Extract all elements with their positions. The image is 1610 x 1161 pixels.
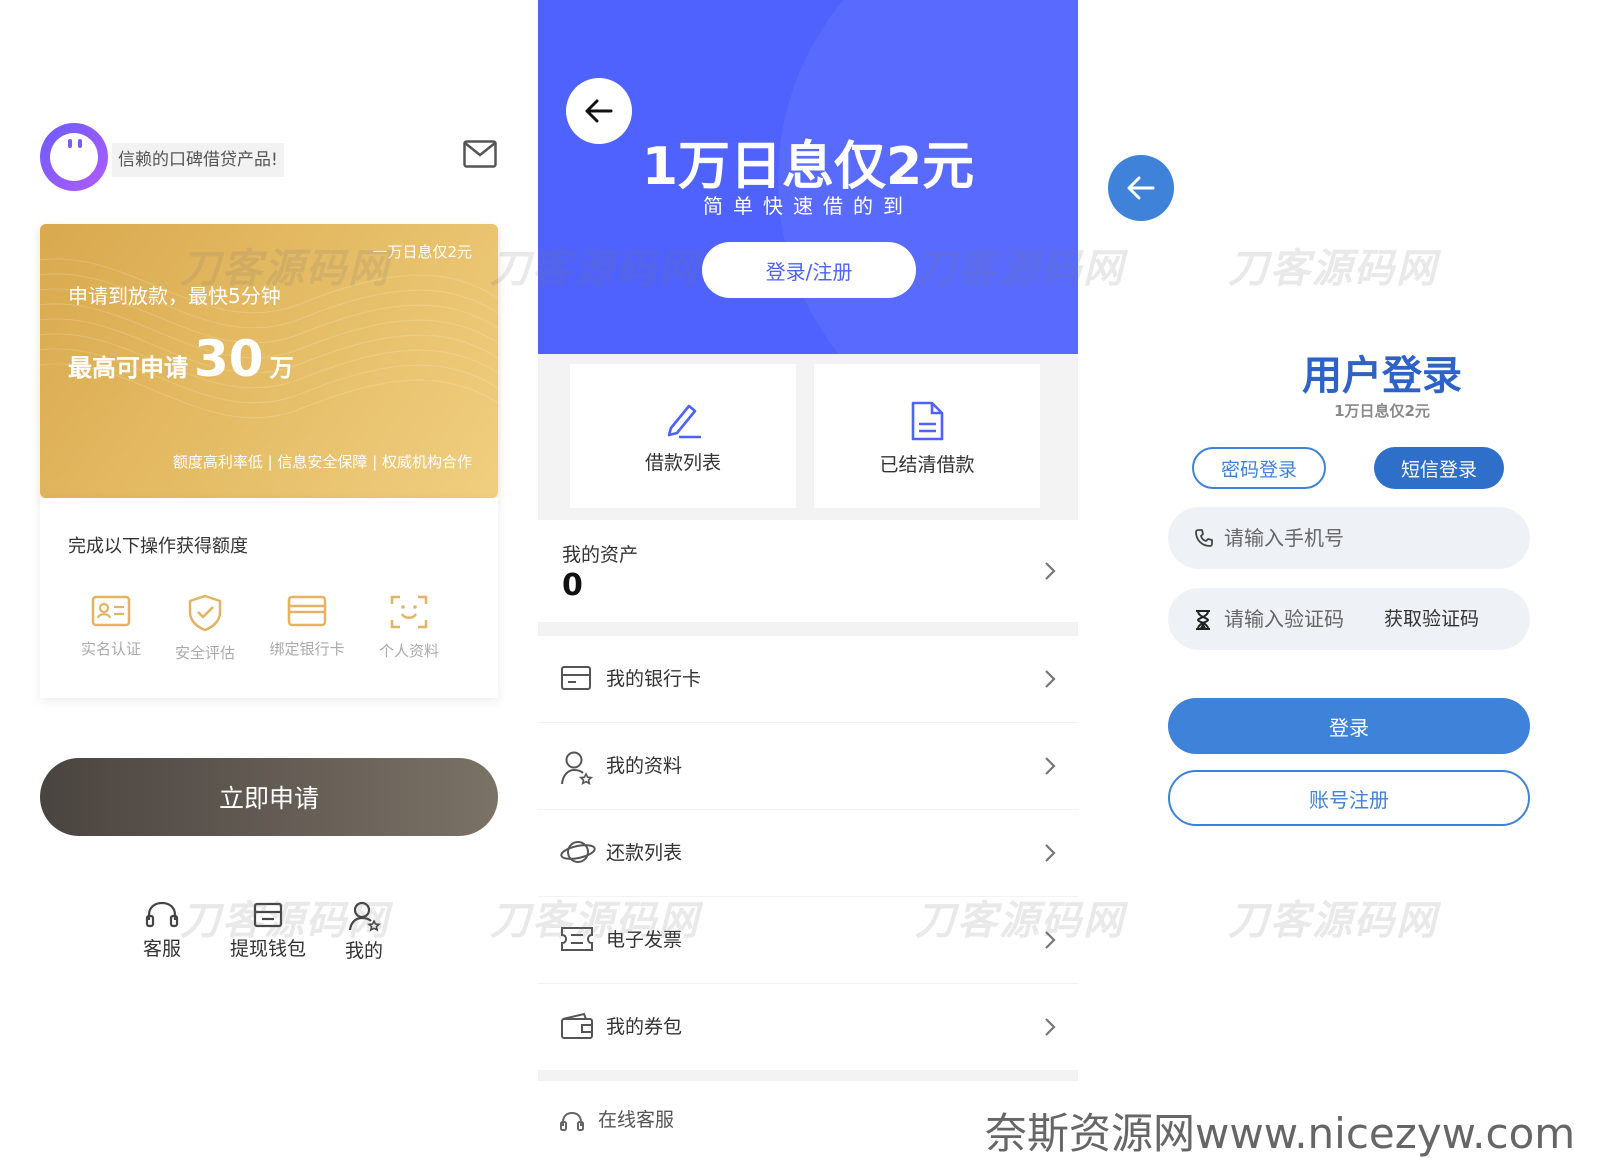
app-logo-avatar bbox=[40, 123, 108, 191]
site-watermark: 奈斯资源网www.nicezyw.com bbox=[985, 1109, 1576, 1158]
quick-label: 借款列表 bbox=[644, 452, 721, 474]
ticket-icon bbox=[561, 927, 593, 951]
op-realname[interactable]: 实名认证 bbox=[66, 594, 156, 659]
assets-label: 我的资产 bbox=[562, 544, 639, 566]
op-label: 个人资料 bbox=[378, 642, 439, 660]
operations-card: 完成以下操作获得额度 实名认证 安全评估 绑定银行卡 个人资料 bbox=[40, 498, 498, 698]
phone-icon bbox=[1195, 529, 1213, 547]
nav-mine[interactable]: 我的 bbox=[345, 900, 383, 963]
loan-list-card[interactable]: 借款列表 bbox=[570, 364, 796, 508]
headset-icon bbox=[560, 1111, 584, 1131]
user-star-icon bbox=[561, 751, 594, 786]
menu-e-invoice[interactable]: 电子发票 bbox=[538, 897, 1078, 983]
menu-my-profile[interactable]: 我的资料 bbox=[538, 723, 1078, 809]
wallet-icon bbox=[253, 902, 283, 928]
chevron-right-icon bbox=[1045, 757, 1056, 775]
home-panel: 信赖的口碑借贷产品! 一万日息仅2元 申请到放款，最快5分钟 最高可申请 30 … bbox=[0, 0, 530, 1160]
menu-label: 还款列表 bbox=[606, 842, 683, 864]
face-scan-icon bbox=[390, 595, 428, 629]
assets-value: 0 bbox=[562, 568, 583, 603]
online-service-label: 在线客服 bbox=[598, 1109, 675, 1131]
user-icon bbox=[348, 901, 381, 932]
arrow-left-icon bbox=[1127, 176, 1155, 200]
op-label: 安全评估 bbox=[174, 644, 235, 662]
op-security[interactable]: 安全评估 bbox=[160, 594, 250, 663]
phone-placeholder: 请输入手机号 bbox=[1224, 526, 1344, 550]
nav-label: 提现钱包 bbox=[230, 938, 307, 960]
quick-label: 已结清借款 bbox=[879, 454, 975, 476]
edit-icon bbox=[667, 404, 701, 439]
credit-limit-card: 一万日息仅2元 申请到放款，最快5分钟 最高可申请 30 万 额度高利率低 | … bbox=[40, 224, 498, 498]
account-panel: 1万日息仅2元 简单快速借的到 登录/注册 借款列表 已结清借款 我的资产 0 … bbox=[538, 0, 1078, 1160]
verification-code-input[interactable]: 请输入验证码 获取验证码 bbox=[1168, 588, 1530, 650]
nav-label: 我的 bbox=[345, 940, 384, 962]
register-button[interactable]: 账号注册 bbox=[1168, 770, 1530, 826]
my-assets-row[interactable]: 我的资产 0 bbox=[538, 520, 1078, 622]
login-subtitle: 1万日息仅2元 bbox=[1334, 402, 1430, 420]
hourglass-icon bbox=[1196, 610, 1210, 630]
nav-customer-service[interactable]: 客服 bbox=[143, 900, 181, 961]
tab-password-login[interactable]: 密码登录 bbox=[1192, 447, 1326, 489]
login-panel: 用户登录 1万日息仅2元 密码登录 短信登录 请输入手机号 请输入验证码 获取验… bbox=[1084, 0, 1610, 1160]
operations-title: 完成以下操作获得额度 bbox=[68, 536, 248, 557]
menu-label: 我的资料 bbox=[606, 755, 683, 777]
card-tag: 一万日息仅2元 bbox=[372, 243, 472, 261]
slogan-text: 信赖的口碑借贷产品! bbox=[112, 143, 284, 177]
bank-card-icon bbox=[287, 595, 327, 627]
chevron-right-icon bbox=[1045, 844, 1056, 862]
tab-sms-login[interactable]: 短信登录 bbox=[1374, 447, 1504, 489]
card-max-amount: 最高可申请 30 万 bbox=[68, 330, 294, 388]
op-bind-card[interactable]: 绑定银行卡 bbox=[262, 594, 352, 659]
chevron-right-icon bbox=[1045, 670, 1056, 688]
card-speed-text: 申请到放款，最快5分钟 bbox=[68, 284, 281, 308]
planet-icon bbox=[560, 841, 596, 863]
chevron-right-icon bbox=[1045, 931, 1056, 949]
menu-repayment-list[interactable]: 还款列表 bbox=[538, 810, 1078, 896]
code-placeholder: 请输入验证码 bbox=[1224, 607, 1344, 631]
op-label: 实名认证 bbox=[80, 640, 141, 658]
banner-subtitle: 简单快速借的到 bbox=[703, 194, 913, 218]
menu-label: 我的券包 bbox=[606, 1016, 683, 1038]
nav-wallet[interactable]: 提现钱包 bbox=[230, 900, 306, 961]
headset-icon bbox=[145, 901, 179, 928]
get-code-button[interactable]: 获取验证码 bbox=[1384, 588, 1479, 650]
bank-card-icon bbox=[561, 666, 591, 690]
menu-coupon-wallet[interactable]: 我的券包 bbox=[538, 984, 1078, 1070]
op-label: 绑定银行卡 bbox=[269, 640, 345, 658]
max-amount-number: 30 bbox=[194, 330, 264, 388]
id-card-icon bbox=[91, 595, 131, 627]
document-icon bbox=[911, 401, 944, 441]
menu-label: 我的银行卡 bbox=[606, 668, 702, 690]
promo-banner: 1万日息仅2元 简单快速借的到 登录/注册 bbox=[538, 0, 1078, 354]
menu-bank-card[interactable]: 我的银行卡 bbox=[538, 636, 1078, 722]
max-amount-unit: 万 bbox=[269, 354, 294, 382]
chevron-right-icon bbox=[1045, 1018, 1056, 1036]
wallet-icon bbox=[561, 1012, 593, 1039]
menu-label: 电子发票 bbox=[606, 929, 683, 951]
mail-icon[interactable] bbox=[463, 140, 497, 168]
login-title: 用户登录 bbox=[1302, 353, 1462, 399]
shield-check-icon bbox=[188, 594, 222, 632]
nav-label: 客服 bbox=[143, 938, 182, 960]
op-profile[interactable]: 个人资料 bbox=[364, 594, 454, 661]
card-features: 额度高利率低 | 信息安全保障 | 权威机构合作 bbox=[172, 453, 472, 471]
max-prefix: 最高可申请 bbox=[68, 354, 188, 382]
settled-loans-card[interactable]: 已结清借款 bbox=[814, 364, 1040, 508]
arrow-left-icon bbox=[585, 99, 613, 123]
login-button[interactable]: 登录 bbox=[1168, 698, 1530, 754]
phone-input[interactable]: 请输入手机号 bbox=[1168, 507, 1530, 569]
back-button[interactable] bbox=[1108, 155, 1174, 221]
login-register-button[interactable]: 登录/注册 bbox=[702, 242, 916, 298]
apply-now-button[interactable]: 立即申请 bbox=[40, 758, 498, 836]
chevron-right-icon bbox=[1045, 562, 1056, 580]
banner-title: 1万日息仅2元 bbox=[641, 137, 975, 197]
